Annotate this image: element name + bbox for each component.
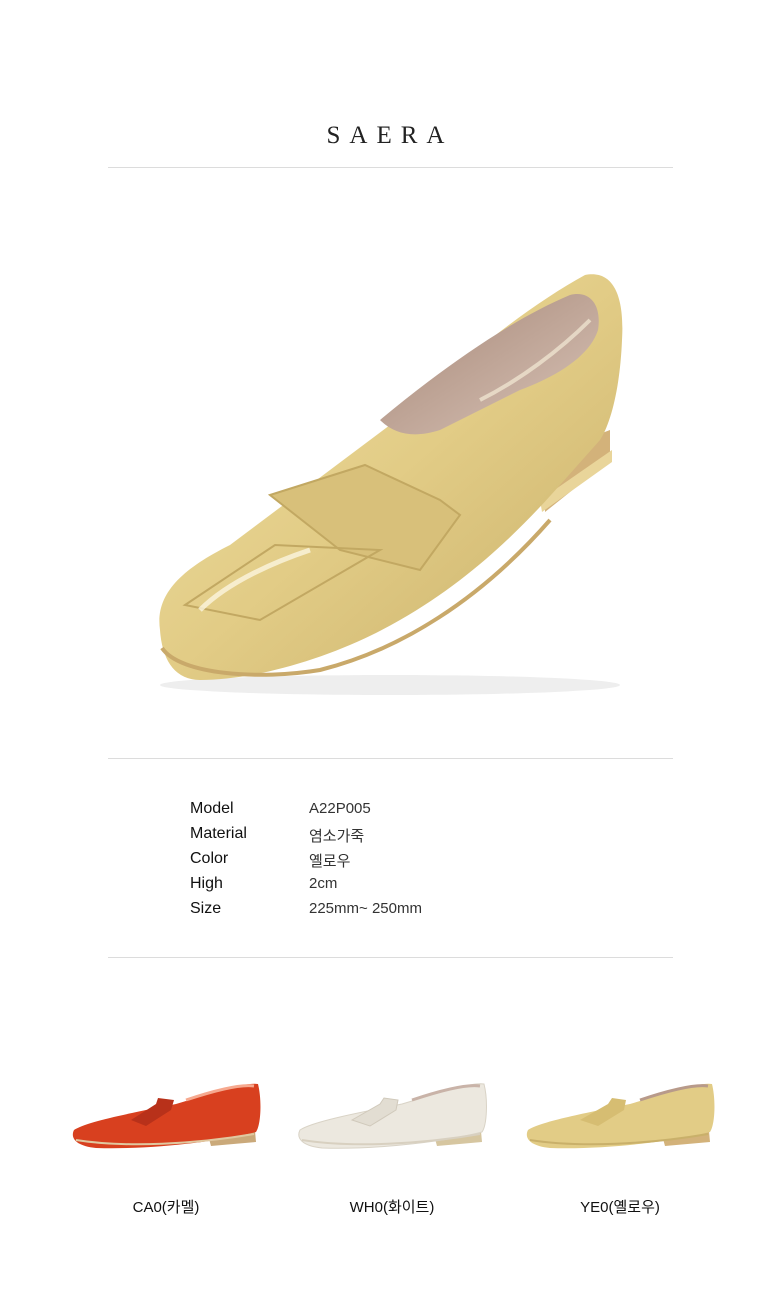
spec-label: Model xyxy=(190,800,234,817)
brand-logo: SAERA xyxy=(326,122,454,149)
spec-label: High xyxy=(190,875,223,892)
variant-caption-white: WH0(화이트) xyxy=(349,1199,435,1216)
spec-label: Material xyxy=(190,825,247,842)
spec-label: Size xyxy=(190,900,222,917)
variant-thumb-yellow[interactable] xyxy=(520,1070,720,1160)
spec-value: 염소가죽 xyxy=(309,828,365,845)
divider-bottom xyxy=(108,957,673,958)
variant-thumb-camel[interactable] xyxy=(66,1070,266,1160)
variant-caption-camel: CA0(카멜) xyxy=(132,1199,200,1216)
spec-value: 2cm xyxy=(309,875,338,892)
variant-caption-yellow: YE0(옐로우) xyxy=(580,1199,660,1216)
divider-top xyxy=(108,167,673,168)
spec-value: 225mm~ 250mm xyxy=(309,900,422,917)
hero-shoe-image[interactable] xyxy=(140,250,640,710)
variant-thumb-white[interactable] xyxy=(292,1070,492,1160)
spec-label: Color xyxy=(190,850,229,867)
spec-value: A22P005 xyxy=(309,800,371,817)
spec-value: 옐로우 xyxy=(309,853,351,870)
divider-middle xyxy=(108,758,673,759)
